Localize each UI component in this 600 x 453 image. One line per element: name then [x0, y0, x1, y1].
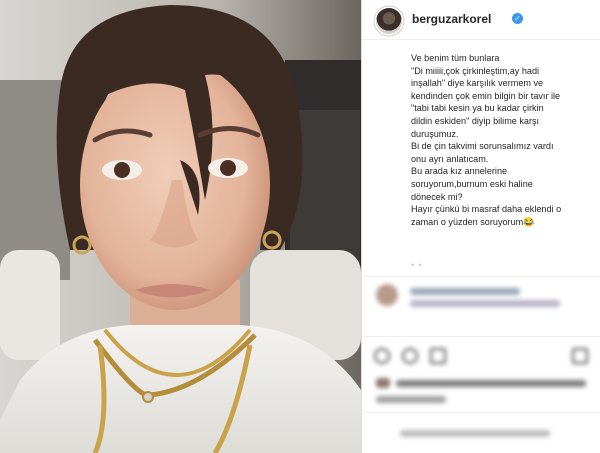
caption-line: dildin eskiden" diyip bilime karşı	[411, 115, 540, 126]
caption-line: kendinden çok emin bilgin bir tavır ile	[411, 90, 561, 101]
comment-icon[interactable]	[402, 348, 418, 364]
blurred-text	[376, 396, 446, 403]
selfie-image	[0, 0, 361, 453]
share-icon[interactable]	[430, 348, 446, 364]
caption-line: dönecek mi?	[411, 191, 463, 202]
blurred-text	[396, 380, 586, 387]
post-side-panel: berguzarkorel ✓ Ve benim tüm bunlara "Di…	[362, 0, 600, 453]
profile-avatar[interactable]	[376, 8, 402, 34]
caption-line: zaman o yüzden soruyorum😂	[411, 216, 535, 227]
post-caption: Ve benim tüm bunlara "Di miiiii,çok çirk…	[411, 52, 596, 228]
blurred-text	[400, 430, 550, 437]
caption-line: Hayır çünkü bi masraf daha eklendi o	[411, 204, 562, 215]
heart-icon[interactable]	[374, 348, 390, 364]
caption-line: Bi de çin takvimi sorunsalımız vardı	[411, 141, 554, 152]
bookmark-icon[interactable]	[572, 348, 588, 364]
caption-line: soruyorum,burnum eski haline	[411, 178, 533, 189]
caption-line: Ve benim tüm bunlara	[411, 53, 500, 63]
post-header: berguzarkorel ✓	[362, 0, 600, 40]
separator	[362, 336, 600, 337]
more-dots: • •	[411, 260, 423, 270]
separator	[362, 276, 600, 277]
username[interactable]: berguzarkorel	[412, 12, 491, 26]
caption-line: "tabi tabi kesin ya bu kadar çirkin	[411, 103, 544, 114]
post-photo	[0, 0, 361, 453]
blurred-avatar	[376, 378, 390, 388]
blurred-text	[410, 288, 520, 295]
caption-line: duruşumuz.	[411, 128, 459, 139]
separator	[362, 412, 600, 413]
caption-line: inşallah" diye karşılık vermem ve	[411, 78, 544, 89]
caption-line: Bu arada kız annelerine	[411, 166, 508, 177]
blurred-text	[410, 300, 560, 307]
comment-avatar	[376, 284, 398, 306]
caption-line: onu ayrı anlatıcam.	[411, 153, 489, 164]
verified-badge-icon: ✓	[512, 13, 523, 24]
caption-line: "Di miiiii,çok çirkinleştim,ay hadi	[411, 65, 540, 76]
action-bar	[372, 346, 592, 368]
